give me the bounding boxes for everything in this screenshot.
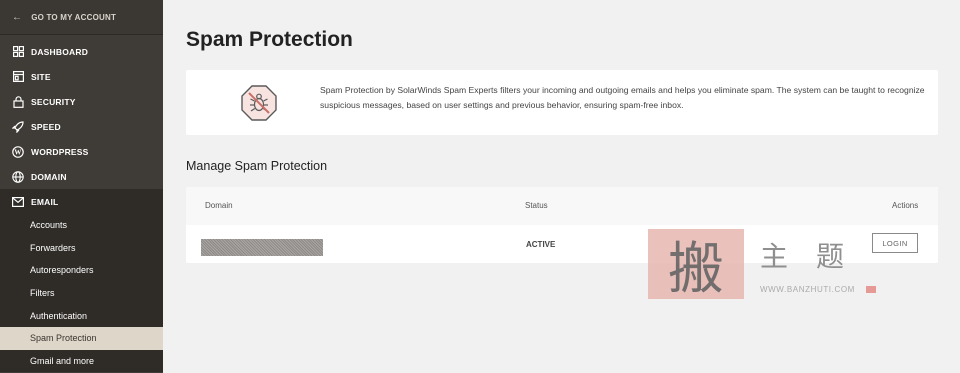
arrow-left-icon: ←: [12, 11, 23, 23]
nav-dashboard[interactable]: DASHBOARD: [0, 39, 163, 64]
submenu-forwarders[interactable]: Forwarders: [0, 237, 163, 260]
svg-text:W: W: [14, 148, 21, 156]
lock-icon: [12, 95, 24, 108]
email-submenu: Accounts Forwarders Autoresponders Filte…: [0, 214, 163, 373]
status-badge: ACTIVE: [526, 240, 556, 249]
nav-site-label: SITE: [31, 71, 51, 82]
globe-icon: [12, 170, 24, 183]
nav-wordpress-label: WORDPRESS: [31, 146, 89, 157]
site-icon: [12, 71, 24, 83]
nav-speed-label: SPEED: [31, 121, 61, 132]
section-title: Manage Spam Protection: [186, 159, 328, 173]
submenu-filters[interactable]: Filters: [0, 282, 163, 305]
table-header: Domain Status Actions: [186, 187, 938, 225]
submenu-autoresponders[interactable]: Autoresponders: [0, 259, 163, 282]
go-to-account-link[interactable]: ← GO TO MY ACCOUNT: [0, 0, 163, 35]
nav-domain-label: DOMAIN: [31, 171, 67, 182]
intro-description: Spam Protection by SolarWinds Spam Exper…: [320, 85, 925, 110]
no-bug-icon: [240, 84, 278, 122]
nav-site[interactable]: SITE: [0, 64, 163, 89]
nav-email-label: EMAIL: [31, 196, 59, 207]
nav-wordpress[interactable]: W WORDPRESS: [0, 139, 163, 164]
watermark-seal: 搬: [648, 229, 744, 302]
submenu-accounts[interactable]: Accounts: [0, 214, 163, 237]
wordpress-icon: W: [12, 145, 24, 158]
nav-security[interactable]: SECURITY: [0, 89, 163, 114]
nav-domain[interactable]: DOMAIN: [0, 164, 163, 189]
go-to-account-label: GO TO MY ACCOUNT: [31, 12, 117, 22]
domain-value-redacted: [201, 239, 323, 256]
nav-dashboard-label: DASHBOARD: [31, 46, 89, 57]
watermark-text: 主题: [760, 240, 873, 273]
main-content: Spam Protection Spam Protection by Solar…: [163, 0, 960, 373]
envelope-icon: [12, 196, 24, 208]
watermark-square: [866, 286, 876, 293]
column-status: Status: [525, 201, 548, 210]
grid-icon: [12, 46, 24, 58]
rocket-icon: [12, 120, 24, 133]
watermark: 搬 主题 WWW.BANZHUTI.COM: [648, 229, 878, 302]
submenu-authentication[interactable]: Authentication: [0, 304, 163, 327]
login-button[interactable]: LOGIN: [872, 233, 918, 253]
page-title: Spam Protection: [186, 28, 353, 51]
column-domain: Domain: [205, 201, 233, 210]
submenu-gmail-and-more[interactable]: Gmail and more: [0, 350, 163, 373]
column-actions: Actions: [892, 201, 919, 210]
submenu-spam-protection[interactable]: Spam Protection: [0, 326, 163, 350]
nav-security-label: SECURITY: [31, 96, 76, 107]
sidebar: ← GO TO MY ACCOUNT DASHBOARD SITE SECURI…: [0, 0, 163, 373]
nav-email[interactable]: EMAIL: [0, 189, 163, 214]
watermark-url: WWW.BANZHUTI.COM: [760, 285, 855, 294]
intro-card: Spam Protection by SolarWinds Spam Exper…: [186, 70, 938, 135]
nav-speed[interactable]: SPEED: [0, 114, 163, 139]
